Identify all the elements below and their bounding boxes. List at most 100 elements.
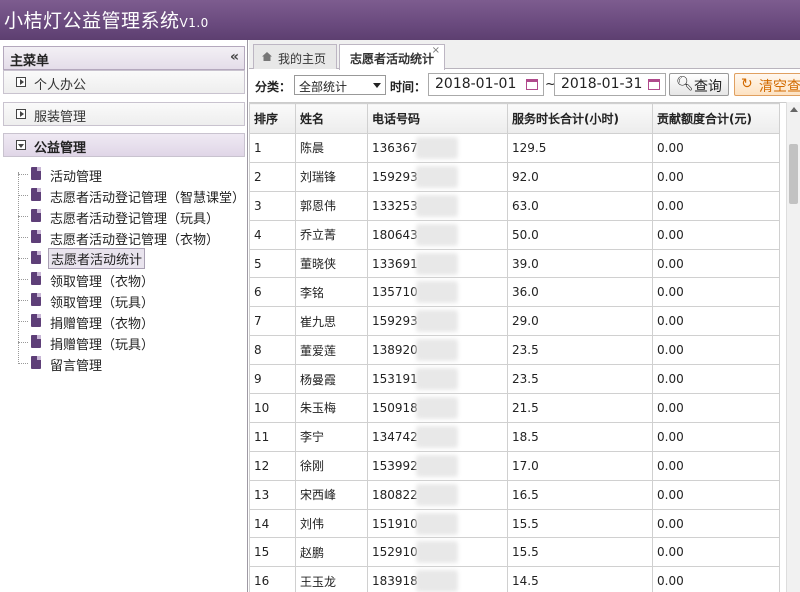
- tree-item-volunteer-statistics[interactable]: 志愿者活动统计: [18, 248, 246, 269]
- main-menu-title: 主菜单: [10, 54, 50, 69]
- table-row[interactable]: 2 刘瑞锋 159293 92.0 0.00: [249, 161, 780, 192]
- table-row[interactable]: 14 刘伟 151910 15.5 0.00: [249, 508, 780, 539]
- cell-name-text: 崔九思: [300, 314, 337, 329]
- cell-name-text: 王玉龙: [300, 574, 337, 589]
- table-row[interactable]: 11 李宁 134742 18.5 0.00: [249, 421, 780, 452]
- cell-name: 宋西峰: [295, 479, 368, 510]
- cell-phone-text: 153191: [372, 372, 418, 387]
- cell-rank: 13: [249, 479, 296, 510]
- scroll-up-icon[interactable]: [790, 107, 798, 112]
- table-row[interactable]: 7 崔九思 159293 29.0 0.00: [249, 306, 780, 337]
- tab-home[interactable]: 我的主页: [253, 44, 337, 69]
- cell-service-hours-text: 15.5: [512, 516, 539, 531]
- cell-contribution-text: 0.00: [657, 574, 684, 589]
- tree-item-receive-clothing[interactable]: 领取管理（衣物）: [18, 269, 246, 290]
- cell-phone: 138920: [367, 335, 508, 366]
- collapse-sidebar-icon[interactable]: «: [230, 49, 239, 65]
- cell-contribution-text: 0.00: [657, 487, 684, 502]
- cell-contribution-text: 0.00: [657, 429, 684, 444]
- column-header-phone[interactable]: 电话号码: [367, 103, 508, 134]
- column-header-service-hours[interactable]: 服务时长合计(小时): [507, 103, 653, 134]
- tree-item-volunteer-clothing[interactable]: 志愿者活动登记管理（衣物）: [18, 227, 246, 248]
- cell-service-hours-text: 17.0: [512, 458, 539, 473]
- category-select[interactable]: 全部统计: [294, 75, 386, 95]
- cell-phone: 151910: [367, 508, 508, 539]
- table-row[interactable]: 6 李铭 135710 36.0 0.00: [249, 277, 780, 308]
- cell-service-hours: 29.0: [507, 306, 653, 337]
- start-date-input[interactable]: 2018-01-01: [428, 73, 544, 96]
- cell-rank: 7: [249, 306, 296, 337]
- cell-rank-text: 5: [254, 256, 262, 271]
- start-date-value: 2018-01-01: [435, 76, 517, 92]
- table-row[interactable]: 15 赵鹏 152910 15.5 0.00: [249, 537, 780, 568]
- scroll-thumb[interactable]: [789, 144, 798, 204]
- column-header-name[interactable]: 姓名: [295, 103, 368, 134]
- redacted-mask: [416, 512, 458, 535]
- table-row[interactable]: 4 乔立菁 180643 50.0 0.00: [249, 219, 780, 250]
- cell-contribution-text: 0.00: [657, 372, 684, 387]
- search-button[interactable]: 🔍︎ 查询: [669, 73, 729, 96]
- column-header-contribution[interactable]: 贡献额度合计(元): [652, 103, 780, 134]
- table-row[interactable]: 8 董爱莲 138920 23.5 0.00: [249, 335, 780, 366]
- statistics-table: 排序 姓名 电话号码 服务时长合计(小时) 贡献额度合计(元) 1 陈晨 13636…: [249, 102, 800, 592]
- tree-item-volunteer-smart-class[interactable]: 志愿者活动登记管理（智慧课堂）: [18, 185, 246, 206]
- expand-right-icon: [16, 109, 26, 119]
- cell-contribution-text: 0.00: [657, 285, 684, 300]
- table-row[interactable]: 16 王玉龙 183918 14.5 0.00: [249, 566, 780, 592]
- table-row[interactable]: 10 朱玉梅 150918 21.5 0.00: [249, 393, 780, 423]
- column-header-rank[interactable]: 排序: [249, 103, 296, 134]
- cell-phone: 183918: [367, 566, 508, 592]
- table-row[interactable]: 12 徐刚 153992 17.0 0.00: [249, 450, 780, 481]
- tree-item-volunteer-toys[interactable]: 志愿者活动登记管理（玩具）: [18, 206, 246, 227]
- table-row[interactable]: 1 陈晨 136367 129.5 0.00: [249, 133, 780, 163]
- cell-name: 王玉龙: [295, 566, 368, 592]
- tree-item-receive-toys[interactable]: 领取管理（玩具）: [18, 290, 246, 311]
- tree-item-message-management[interactable]: 留言管理: [18, 353, 246, 374]
- end-date-input[interactable]: 2018-01-31: [554, 73, 666, 96]
- cell-service-hours-text: 63.0: [512, 198, 539, 213]
- cell-service-hours: 23.5: [507, 364, 653, 395]
- app-title: 小桔灯公益管理系统V1.0: [4, 6, 209, 33]
- clear-button-label: 清空查: [759, 79, 800, 95]
- cell-phone-text: 135710: [372, 285, 418, 300]
- table-row[interactable]: 5 董晓侠 133691 39.0 0.00: [249, 248, 780, 279]
- cell-rank: 8: [249, 335, 296, 366]
- tree-item-donate-clothing[interactable]: 捐赠管理（衣物）: [18, 311, 246, 332]
- tab-label: 志愿者活动统计: [350, 52, 435, 66]
- redacted-mask: [416, 252, 458, 275]
- document-icon: [31, 272, 41, 285]
- tree-item-label: 留言管理: [50, 359, 103, 374]
- tree-item-label: 活动管理: [50, 170, 103, 185]
- cell-service-hours: 92.0: [507, 161, 653, 192]
- table-row[interactable]: 9 杨曼霞 153191 23.5 0.00: [249, 364, 780, 395]
- cell-contribution: 0.00: [652, 393, 780, 423]
- calendar-icon[interactable]: [648, 79, 660, 90]
- cell-contribution-text: 0.00: [657, 169, 684, 184]
- clear-button[interactable]: ↻ 清空查: [734, 73, 800, 96]
- cell-contribution: 0.00: [652, 450, 780, 481]
- cell-contribution: 0.00: [652, 421, 780, 452]
- tab-volunteer-statistics[interactable]: 志愿者活动统计 ×: [339, 44, 445, 70]
- document-icon: [31, 314, 41, 327]
- panel-personal-office[interactable]: 个人办公: [3, 70, 245, 94]
- tree-item-activity-management[interactable]: 活动管理: [18, 164, 246, 185]
- cell-rank-text: 2: [254, 169, 262, 184]
- calendar-icon[interactable]: [526, 79, 538, 90]
- cell-rank-text: 8: [254, 343, 262, 358]
- close-icon[interactable]: ×: [432, 45, 440, 56]
- table-row[interactable]: 3 郭恩伟 133253 63.0 0.00: [249, 190, 780, 221]
- cell-phone: 136367: [367, 133, 508, 163]
- cell-name: 赵鹏: [295, 537, 368, 568]
- tree-item-label: 捐赠管理（衣物）: [50, 317, 155, 332]
- panel-charity-management[interactable]: 公益管理: [3, 133, 245, 157]
- tree-item-label: 领取管理（玩具）: [50, 296, 155, 311]
- cell-rank-text: 9: [254, 372, 262, 387]
- vertical-scrollbar[interactable]: [786, 102, 800, 592]
- cell-phone-text: 151910: [372, 516, 418, 531]
- table-row[interactable]: 13 宋西峰 180822 16.5 0.00: [249, 479, 780, 510]
- tree-item-donate-toys[interactable]: 捐赠管理（玩具）: [18, 332, 246, 353]
- panel-clothing-management[interactable]: 服装管理: [3, 102, 245, 126]
- cell-phone-text: 150918: [372, 400, 418, 415]
- cell-rank-text: 3: [254, 198, 262, 213]
- redacted-mask: [416, 368, 458, 391]
